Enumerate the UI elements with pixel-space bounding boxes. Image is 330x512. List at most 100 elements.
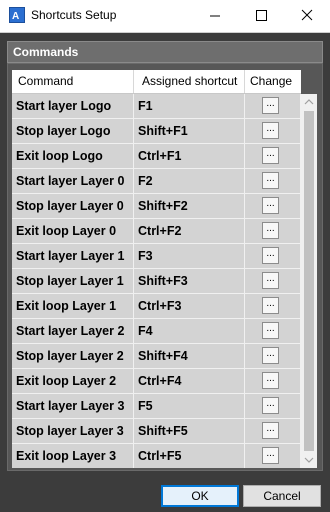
command-cell: Start layer Layer 3 xyxy=(12,394,134,418)
change-cell: ... xyxy=(245,219,301,243)
change-shortcut-button[interactable]: ... xyxy=(262,272,279,289)
command-cell: Start layer Layer 2 xyxy=(12,319,134,343)
change-shortcut-button[interactable]: ... xyxy=(262,322,279,339)
change-cell: ... xyxy=(245,294,301,318)
command-cell: Stop layer Layer 1 xyxy=(12,269,134,293)
shortcut-cell: Ctrl+F1 xyxy=(134,144,245,168)
table-row[interactable]: Exit loop Logo Ctrl+F1... xyxy=(12,144,301,169)
table-row[interactable]: Stop layer Layer 1 Shift+F3... xyxy=(12,269,301,294)
title-bar[interactable]: A Shortcuts Setup xyxy=(0,0,330,33)
shortcut-cell: Shift+F2 xyxy=(134,194,245,218)
change-cell: ... xyxy=(245,144,301,168)
close-button[interactable] xyxy=(284,0,330,31)
command-cell: Exit loop Layer 2 xyxy=(12,369,134,393)
close-icon xyxy=(301,9,313,21)
column-header-shortcut[interactable]: Assigned shortcut xyxy=(134,70,245,93)
command-cell: Stop layer Logo xyxy=(12,119,134,143)
scroll-up-button[interactable] xyxy=(301,94,317,110)
shortcut-cell: F5 xyxy=(134,394,245,418)
minimize-icon xyxy=(210,15,220,17)
table-row[interactable]: Stop layer Layer 2 Shift+F4... xyxy=(12,344,301,369)
change-shortcut-button[interactable]: ... xyxy=(262,172,279,189)
command-cell: Exit loop Layer 3 xyxy=(12,444,134,468)
shortcut-cell: Ctrl+F4 xyxy=(134,369,245,393)
shortcut-cell: F3 xyxy=(134,244,245,268)
command-cell: Start layer Layer 1 xyxy=(12,244,134,268)
shortcut-cell: F2 xyxy=(134,169,245,193)
change-shortcut-button[interactable]: ... xyxy=(262,297,279,314)
app-icon: A xyxy=(9,7,25,23)
change-shortcut-button[interactable]: ... xyxy=(262,347,279,364)
ok-button[interactable]: OK xyxy=(161,485,239,507)
command-cell: Exit loop Layer 0 xyxy=(12,219,134,243)
table-row[interactable]: Stop layer Layer 0 Shift+F2... xyxy=(12,194,301,219)
change-cell: ... xyxy=(245,394,301,418)
change-shortcut-button[interactable]: ... xyxy=(262,147,279,164)
change-cell: ... xyxy=(245,119,301,143)
window-title: Shortcuts Setup xyxy=(31,8,117,22)
table-row[interactable]: Start layer Layer 1 F3... xyxy=(12,244,301,269)
table-row[interactable]: Stop layer Layer 3 Shift+F5... xyxy=(12,419,301,444)
table-row[interactable]: Start layer Layer 0 F2... xyxy=(12,169,301,194)
shortcut-cell: Shift+F1 xyxy=(134,119,245,143)
minimize-button[interactable] xyxy=(192,0,238,31)
table-body: Start layer Logo F1... Stop layer Logo Shif… xyxy=(12,94,301,468)
table-row[interactable]: Stop layer Logo Shift+F1... xyxy=(12,119,301,144)
table-row[interactable]: Exit loop Layer 0 Ctrl+F2... xyxy=(12,219,301,244)
shortcut-cell: F1 xyxy=(134,94,245,118)
change-cell: ... xyxy=(245,244,301,268)
change-shortcut-button[interactable]: ... xyxy=(262,222,279,239)
shortcut-cell: Shift+F5 xyxy=(134,419,245,443)
change-cell: ... xyxy=(245,369,301,393)
table-header: Command Assigned shortcut Change xyxy=(12,70,301,94)
change-cell: ... xyxy=(245,419,301,443)
shortcuts-table: Command Assigned shortcut Change Start l… xyxy=(12,70,301,468)
vertical-scrollbar[interactable] xyxy=(301,94,317,468)
table-row[interactable]: Exit loop Layer 3 Ctrl+F5... xyxy=(12,444,301,468)
change-shortcut-button[interactable]: ... xyxy=(262,197,279,214)
command-cell: Stop layer Layer 3 xyxy=(12,419,134,443)
command-cell: Exit loop Logo xyxy=(12,144,134,168)
maximize-icon xyxy=(256,10,267,21)
change-cell: ... xyxy=(245,344,301,368)
change-cell: ... xyxy=(245,269,301,293)
change-shortcut-button[interactable]: ... xyxy=(262,422,279,439)
shortcut-cell: F4 xyxy=(134,319,245,343)
chevron-up-icon xyxy=(304,99,314,105)
shortcut-cell: Shift+F3 xyxy=(134,269,245,293)
change-shortcut-button[interactable]: ... xyxy=(262,372,279,389)
cancel-button[interactable]: Cancel xyxy=(243,485,321,507)
shortcut-cell: Ctrl+F2 xyxy=(134,219,245,243)
table-row[interactable]: Exit loop Layer 1 Ctrl+F3... xyxy=(12,294,301,319)
change-cell: ... xyxy=(245,319,301,343)
change-shortcut-button[interactable]: ... xyxy=(262,122,279,139)
shortcut-cell: Shift+F4 xyxy=(134,344,245,368)
change-shortcut-button[interactable]: ... xyxy=(262,397,279,414)
table-row[interactable]: Exit loop Layer 2 Ctrl+F4... xyxy=(12,369,301,394)
commands-panel-title: Commands xyxy=(13,45,79,59)
scroll-thumb[interactable] xyxy=(304,111,314,451)
command-cell: Stop layer Layer 0 xyxy=(12,194,134,218)
commands-panel-header: Commands xyxy=(7,41,323,63)
table-row[interactable]: Start layer Layer 2 F4... xyxy=(12,319,301,344)
command-cell: Start layer Layer 0 xyxy=(12,169,134,193)
table-row[interactable]: Start layer Logo F1... xyxy=(12,94,301,119)
column-header-command[interactable]: Command xyxy=(12,70,134,93)
change-cell: ... xyxy=(245,169,301,193)
chevron-down-icon xyxy=(304,457,314,463)
change-shortcut-button[interactable]: ... xyxy=(262,447,279,464)
shortcut-cell: Ctrl+F3 xyxy=(134,294,245,318)
scroll-down-button[interactable] xyxy=(301,452,317,468)
change-cell: ... xyxy=(245,94,301,118)
command-cell: Exit loop Layer 1 xyxy=(12,294,134,318)
change-shortcut-button[interactable]: ... xyxy=(262,97,279,114)
change-shortcut-button[interactable]: ... xyxy=(262,247,279,264)
svg-text:A: A xyxy=(12,11,19,22)
command-cell: Stop layer Layer 2 xyxy=(12,344,134,368)
shortcut-cell: Ctrl+F5 xyxy=(134,444,245,468)
change-cell: ... xyxy=(245,194,301,218)
table-row[interactable]: Start layer Layer 3 F5... xyxy=(12,394,301,419)
change-cell: ... xyxy=(245,444,301,468)
column-header-change[interactable]: Change xyxy=(245,70,301,93)
maximize-button[interactable] xyxy=(238,0,284,31)
